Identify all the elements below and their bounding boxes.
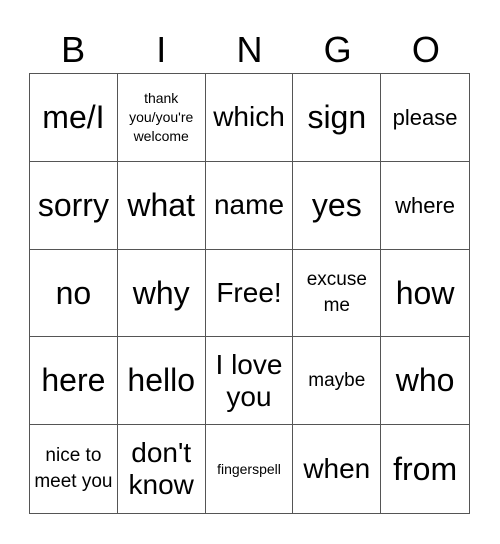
bingo-cell[interactable]: don't know (118, 425, 206, 513)
bingo-cell[interactable]: who (381, 337, 469, 426)
bingo-cell[interactable]: why (117, 249, 206, 338)
cell-text: sorry (37, 186, 109, 223)
header-letter-n: N (236, 29, 263, 70)
cell-text: me/I (42, 99, 105, 135)
bingo-cell[interactable]: I love you (205, 337, 294, 426)
cell-text: when (303, 453, 371, 484)
header-letter-i: I (156, 29, 167, 70)
cell-text: fingerspell (217, 460, 281, 477)
bingo-cell[interactable]: maybe (293, 337, 382, 426)
cell-text: what (127, 186, 195, 223)
bingo-cell[interactable]: from (381, 425, 469, 513)
cell-text: nice to meet you (34, 445, 113, 493)
cell-text: please (392, 104, 458, 130)
bingo-grid: me/I thank you/you're welcome which sign ple… (29, 73, 470, 514)
cell-text: thank you/you're welcome (129, 90, 194, 144)
cell-text: Free! (216, 276, 282, 308)
cell-text: hello (127, 362, 195, 399)
cell-text: which (213, 101, 285, 133)
header-letter-g: G (323, 29, 352, 70)
bingo-cell[interactable]: excuse me (293, 249, 382, 338)
bingo-cell[interactable]: fingerspell (206, 425, 294, 513)
cell-text: no (55, 274, 92, 311)
cell-text: who (395, 362, 455, 399)
bingo-cell[interactable]: where (381, 162, 469, 250)
bingo-cell[interactable]: me/I (30, 74, 118, 162)
cell-text: from (393, 450, 458, 487)
header-letter-b: B (61, 29, 86, 70)
bingo-cell[interactable]: no (30, 249, 118, 338)
cell-text: I love you (215, 348, 283, 412)
bingo-cell[interactable]: hello (117, 337, 206, 426)
bingo-cell[interactable]: nice to meet you (30, 425, 118, 513)
cell-text: excuse me (306, 269, 367, 316)
bingo-cell[interactable]: sign (293, 74, 382, 162)
bingo-cell[interactable]: thank you/you're welcome (117, 74, 206, 162)
bingo-cell[interactable]: sorry (30, 161, 118, 250)
bingo-cell[interactable]: please (381, 74, 469, 162)
cell-text: maybe (308, 369, 366, 391)
cell-text: name (213, 189, 285, 221)
cell-text: how (395, 274, 455, 311)
cell-text: here (41, 362, 106, 399)
bingo-cell[interactable]: when (293, 425, 382, 513)
bingo-cell[interactable]: Free! (205, 249, 294, 338)
bingo-cell[interactable]: name (205, 161, 294, 250)
bingo-cell[interactable]: yes (293, 161, 382, 250)
cell-text: where (395, 192, 456, 218)
cell-text: yes (311, 186, 362, 223)
cell-text: why (132, 274, 190, 311)
header-letter-o: O (411, 29, 440, 70)
bingo-cell[interactable]: which (205, 74, 294, 162)
bingo-cell[interactable]: how (381, 250, 469, 338)
bingo-header: B I N G O (29, 28, 470, 72)
cell-text: don't know (128, 436, 194, 501)
bingo-cell[interactable]: here (30, 337, 118, 426)
bingo-cell[interactable]: what (117, 161, 206, 250)
cell-text: sign (307, 99, 367, 135)
